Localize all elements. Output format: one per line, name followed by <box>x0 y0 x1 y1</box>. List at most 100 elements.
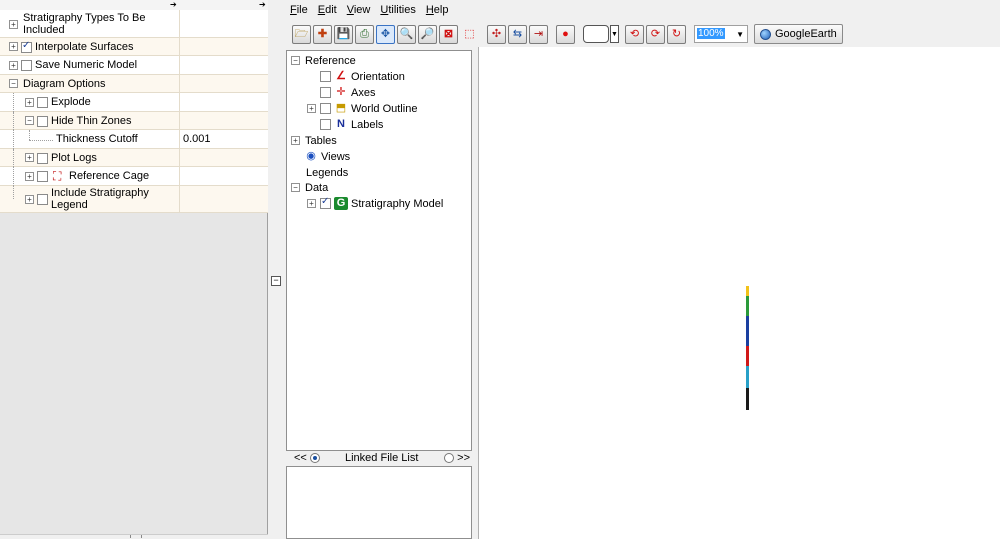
color-pick-button[interactable]: ● <box>556 24 575 44</box>
split-view-button[interactable]: ⇥ <box>529 24 548 44</box>
include-stratigraphy-legend-checkbox[interactable] <box>37 194 48 205</box>
radio-icon[interactable] <box>444 453 455 464</box>
properties-horizontal-scrollbar[interactable] <box>0 534 268 539</box>
menu-file[interactable]: File <box>284 4 312 16</box>
menu-utilities[interactable]: Utilities <box>374 4 419 16</box>
plus-box-icon[interactable]: + <box>9 61 18 70</box>
shape-selector[interactable] <box>583 25 609 43</box>
hide-thin-zones-checkbox[interactable] <box>37 115 48 127</box>
tree-node-legends[interactable]: Legends <box>306 165 348 180</box>
property-row-diagram-options[interactable]: − Diagram Options <box>0 75 268 93</box>
linked-file-next[interactable]: >> <box>444 452 470 464</box>
pan-tool-button[interactable]: ✥ <box>376 24 395 44</box>
select-tool-icon[interactable]: ⬚ <box>460 25 479 44</box>
plus-box-icon[interactable]: + <box>25 153 34 162</box>
linked-file-list-title: Linked File List <box>345 452 419 464</box>
zoom-out-button[interactable]: 🔎 <box>418 24 437 44</box>
property-label: Explode <box>51 96 91 108</box>
menu-view[interactable]: View <box>341 4 375 16</box>
zoom-level-value[interactable]: 100% <box>697 28 725 39</box>
3d-viewport[interactable] <box>478 47 1000 539</box>
properties-pane: ➔ ➔ + Stratigraphy Types To Be Included … <box>0 0 268 539</box>
save-numeric-model-checkbox[interactable] <box>21 59 32 71</box>
tree-line <box>13 112 14 130</box>
property-row-thickness-cutoff[interactable]: Thickness Cutoff 0.001 <box>0 130 268 149</box>
minus-box-icon[interactable]: − <box>291 183 300 192</box>
rotate-button[interactable]: ⇆ <box>508 24 527 44</box>
tree-label: Reference <box>305 54 356 67</box>
plus-box-icon[interactable]: + <box>25 195 34 204</box>
labels-icon: N <box>337 118 345 130</box>
plus-box-icon[interactable]: + <box>307 199 316 208</box>
reference-cage-checkbox[interactable] <box>37 170 48 182</box>
property-row-reference-cage[interactable]: + ⛶ Reference Cage <box>0 167 268 186</box>
plus-box-icon[interactable]: + <box>25 172 34 181</box>
plus-box-icon[interactable]: + <box>291 136 300 145</box>
tree-node-views[interactable]: ◉ Views <box>304 149 350 164</box>
minus-box-icon[interactable]: − <box>291 56 300 65</box>
center-view-button[interactable]: ✣ <box>487 24 506 44</box>
property-row-plot-logs[interactable]: + Plot Logs <box>0 149 268 167</box>
chevron-down-icon[interactable]: ▼ <box>736 30 744 39</box>
zoom-level-combo[interactable]: 100% ▼ <box>694 25 748 43</box>
linked-file-prev[interactable]: << <box>294 452 320 464</box>
property-row-stratigraphy-types[interactable]: + Stratigraphy Types To Be Included <box>0 10 268 38</box>
property-label: Stratigraphy Types To Be <box>23 12 146 24</box>
add-button[interactable]: ✚ <box>313 24 332 44</box>
pane-splitter[interactable]: − <box>268 0 284 539</box>
linked-file-list[interactable] <box>286 466 472 539</box>
name-column-arrow-icon[interactable]: ➔ <box>170 0 177 9</box>
orientation-checkbox[interactable] <box>320 71 331 82</box>
radio-icon[interactable] <box>309 453 320 464</box>
tree-node-orientation[interactable]: ∠ Orientation <box>320 69 405 84</box>
tree-node-tables[interactable]: + Tables <box>291 133 337 148</box>
plus-box-icon[interactable]: + <box>9 42 18 51</box>
zoom-extents-button[interactable]: ⊠ <box>439 24 458 44</box>
stratigraphy-model-checkbox[interactable] <box>320 196 331 209</box>
explode-checkbox[interactable] <box>37 96 48 108</box>
plus-box-icon[interactable]: + <box>9 20 18 29</box>
property-row-interpolate-surfaces[interactable]: + Interpolate Surfaces <box>0 38 268 56</box>
rotate-vertical-button[interactable]: ⟳ <box>646 24 665 44</box>
tree-node-axes[interactable]: ✛ Axes <box>320 85 375 100</box>
menu-help[interactable]: Help <box>420 4 453 16</box>
tree-label: Labels <box>351 118 384 131</box>
collapse-panel-button[interactable]: − <box>271 276 281 286</box>
property-row-include-stratigraphy-legend[interactable]: + Include Stratigraphy Legend <box>0 186 268 213</box>
menu-edit[interactable]: Edit <box>312 4 341 16</box>
print-button[interactable]: ⎙ <box>355 24 374 44</box>
minus-box-icon[interactable]: − <box>25 116 34 125</box>
property-row-hide-thin-zones[interactable]: − Hide Thin Zones <box>0 112 268 130</box>
plus-box-icon[interactable]: + <box>307 104 316 113</box>
tree-line <box>13 186 14 199</box>
property-row-save-numeric-model[interactable]: + Save Numeric Model <box>0 56 268 75</box>
value-column-arrow-icon[interactable]: ➔ <box>259 0 266 9</box>
open-button[interactable]: 🗁 <box>292 24 311 44</box>
property-label-cont: Included <box>23 24 65 36</box>
plus-box-icon[interactable]: + <box>25 98 34 107</box>
tree-node-reference[interactable]: − Reference <box>291 53 356 68</box>
labels-checkbox[interactable] <box>320 119 331 130</box>
save-button[interactable]: 💾 <box>334 24 353 44</box>
tree-node-world-outline[interactable]: + ⬒ World Outline <box>307 101 417 116</box>
property-row-explode[interactable]: + Explode <box>0 93 268 112</box>
toolbar: 🗁 ✚ 💾 ⎙ ✥ 🔍 🔎 ⊠ ⬚ ✣ ⇆ ⇥ ● ▼ ⟲ ⟳ ↻ 100% ▼… <box>292 23 843 45</box>
rotate-horizontal-button[interactable]: ⟲ <box>625 24 644 44</box>
tree-node-stratigraphy-model[interactable]: + G Stratigraphy Model <box>307 196 443 211</box>
thickness-cutoff-value[interactable]: 0.001 <box>183 130 211 148</box>
tree-node-data[interactable]: − Data <box>291 180 328 195</box>
interpolate-surfaces-checkbox[interactable] <box>21 40 32 53</box>
tree-node-labels[interactable]: N Labels <box>320 117 383 132</box>
stratigraphy-model-render[interactable] <box>746 286 749 410</box>
scrollbar-grip[interactable] <box>130 535 142 538</box>
minus-box-icon[interactable]: − <box>9 79 18 88</box>
zoom-in-button[interactable]: 🔍 <box>397 24 416 44</box>
google-earth-button[interactable]: GoogleEarth <box>754 24 843 44</box>
world-outline-checkbox[interactable] <box>320 103 331 114</box>
axes-checkbox[interactable] <box>320 87 331 98</box>
property-label: Include Stratigraphy <box>51 187 149 199</box>
rotate-reset-button[interactable]: ↻ <box>667 24 686 44</box>
plot-logs-checkbox[interactable] <box>37 152 48 164</box>
chevron-down-icon[interactable]: ▼ <box>610 25 619 43</box>
property-label: Thickness Cutoff <box>56 133 138 145</box>
